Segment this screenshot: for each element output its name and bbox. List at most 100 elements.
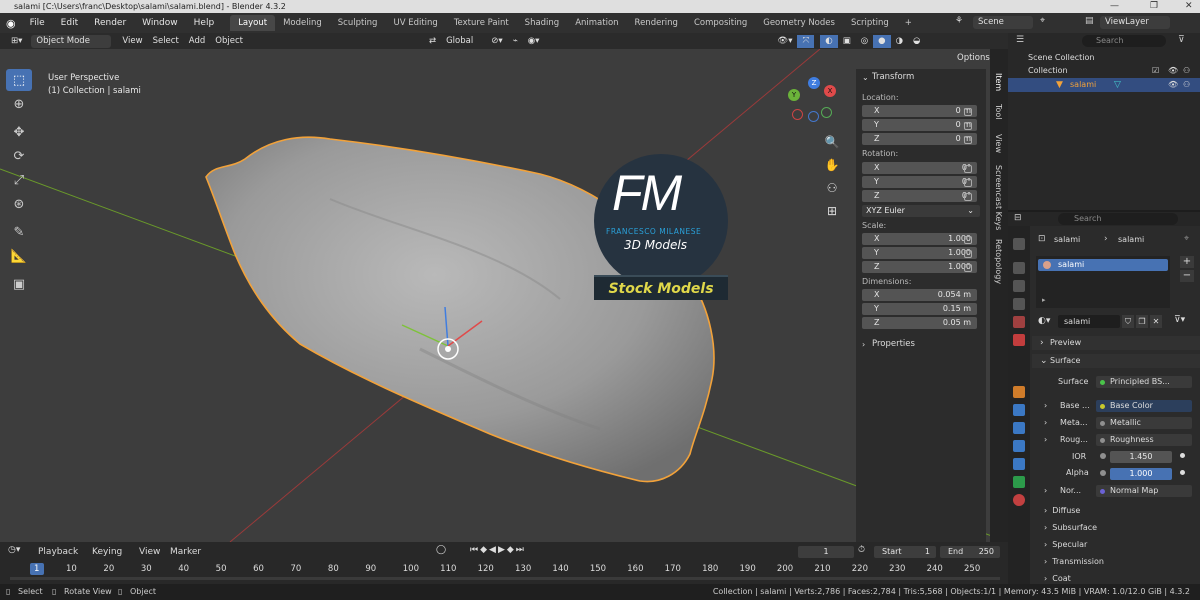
lock-icon[interactable] xyxy=(964,136,972,144)
view-layer-tab-icon[interactable] xyxy=(1013,298,1025,310)
cursor-tool-icon[interactable]: ⊕ xyxy=(6,93,32,115)
remove-slot-button[interactable]: − xyxy=(1180,270,1194,282)
expand-input-icon[interactable]: › xyxy=(1044,418,1047,427)
add-cube-tool-icon[interactable]: ▣ xyxy=(6,273,32,295)
camera-render-icon[interactable]: ⚇ xyxy=(1183,66,1190,75)
viewlayer-selector[interactable]: ViewLayer xyxy=(1100,16,1170,29)
object-tab-icon[interactable] xyxy=(1013,386,1025,398)
section-transmission[interactable]: › Transmission xyxy=(1044,553,1194,570)
transform-tool-icon[interactable]: ⊛ xyxy=(6,193,32,215)
metallic-input[interactable]: Metallic xyxy=(1096,417,1192,429)
tab-view[interactable]: View xyxy=(994,134,1003,153)
close-icon[interactable]: ✕ xyxy=(1185,0,1193,13)
menu-window[interactable]: Window xyxy=(134,18,186,28)
rendered-shading-icon[interactable]: ◒ xyxy=(908,35,925,48)
gizmo-x-button[interactable]: X xyxy=(824,85,836,97)
wireframe-shading-icon[interactable]: ◎ xyxy=(856,35,873,48)
gizmo-z-button[interactable]: Z xyxy=(808,77,820,89)
tab-retopology[interactable]: Retopology xyxy=(994,239,1003,284)
properties-panel-title[interactable]: Properties xyxy=(872,339,915,349)
filter-icon[interactable]: ⊽▾ xyxy=(1174,315,1185,325)
chevron-down-icon[interactable]: ⌄ xyxy=(862,73,869,82)
tab-uv-editing[interactable]: UV Editing xyxy=(385,15,445,31)
constraints-tab-icon[interactable] xyxy=(1013,458,1025,470)
tab-animation[interactable]: Animation xyxy=(567,15,626,31)
filter-icon[interactable]: ⊽ xyxy=(1178,35,1185,45)
chevron-right-icon[interactable]: › xyxy=(862,340,865,349)
breadcrumb-object[interactable]: salami xyxy=(1054,235,1080,244)
lock-icon[interactable] xyxy=(964,250,972,258)
preview-section[interactable]: › Preview xyxy=(1032,336,1200,350)
tab-geometry-nodes[interactable]: Geometry Nodes xyxy=(755,15,843,31)
fake-user-icon[interactable]: ⛉ xyxy=(1122,315,1134,328)
tab-tool[interactable]: Tool xyxy=(994,104,1003,120)
camera-render-icon[interactable]: ⚇ xyxy=(1183,80,1190,89)
expand-input-icon[interactable]: › xyxy=(1044,435,1047,444)
end-frame-field[interactable]: End 250 xyxy=(940,546,1000,558)
gizmo-neg-y[interactable] xyxy=(821,107,832,118)
overlay-toggle-icon[interactable]: ◐ xyxy=(820,34,838,48)
maximize-icon[interactable]: ❐ xyxy=(1150,0,1158,13)
3d-viewport[interactable]: User Perspective (1) Collection | salami… xyxy=(0,49,1008,542)
menu-marker[interactable]: Marker xyxy=(170,547,201,557)
location-y-field[interactable]: Y0 m xyxy=(862,119,977,131)
rotation-y-field[interactable]: Y 0° xyxy=(862,176,977,188)
lock-icon[interactable] xyxy=(964,264,972,272)
data-tab-icon[interactable] xyxy=(1013,476,1025,488)
menu-view[interactable]: View xyxy=(139,547,160,557)
snap-icon[interactable]: ⌁ xyxy=(508,35,523,48)
xray-icon[interactable]: ▣ xyxy=(838,35,856,48)
menu-add[interactable]: Add xyxy=(184,35,210,48)
menu-keying[interactable]: Keying xyxy=(92,547,122,557)
keyframe-dot[interactable] xyxy=(1180,470,1185,475)
pan-hand-icon[interactable]: ✋ xyxy=(824,154,840,177)
scene-tab-icon[interactable] xyxy=(1013,316,1025,328)
record-icon[interactable]: ◯ xyxy=(436,545,446,555)
render-tab-icon[interactable] xyxy=(1013,262,1025,274)
collection-label[interactable]: Collection xyxy=(1028,66,1068,75)
menu-select[interactable]: Select xyxy=(148,35,184,48)
rotation-mode-dropdown[interactable]: XYZ Euler ⌄ xyxy=(862,205,980,217)
scale-x-field[interactable]: X 1.000 xyxy=(862,233,977,245)
scale-z-field[interactable]: Z 1.000 xyxy=(862,261,977,273)
outliner-editor-icon[interactable]: ☰ xyxy=(1016,35,1024,45)
scale-y-field[interactable]: Y 1.000 xyxy=(862,247,977,259)
annotate-tool-icon[interactable]: ✎ xyxy=(6,221,32,243)
dimensions-y-field[interactable]: Y 0.15 m xyxy=(862,303,977,315)
material-name-field[interactable]: salami xyxy=(1058,315,1120,328)
tab-compositing[interactable]: Compositing xyxy=(686,15,755,31)
lock-icon[interactable] xyxy=(964,193,972,201)
expand-input-icon[interactable]: › xyxy=(1044,401,1047,410)
blender-logo-icon[interactable]: ◉ xyxy=(0,17,22,30)
rotate-tool-icon[interactable]: ⟳ xyxy=(6,145,32,167)
properties-search-input[interactable]: Search xyxy=(1058,213,1178,225)
options-button[interactable]: Options xyxy=(952,52,995,65)
rotation-z-field[interactable]: Z 0° xyxy=(862,190,977,202)
tab-scripting[interactable]: Scripting xyxy=(843,15,897,31)
section-diffuse[interactable]: › Diffuse xyxy=(1044,502,1194,519)
roughness-input[interactable]: Roughness xyxy=(1096,434,1192,446)
location-z-field[interactable]: Z0 m xyxy=(862,133,977,145)
add-slot-button[interactable]: + xyxy=(1180,256,1194,268)
orientation-selector[interactable]: Global xyxy=(441,35,478,48)
material-shading-icon[interactable]: ◑ xyxy=(891,35,908,48)
gizmo-neg-z[interactable] xyxy=(808,111,819,122)
tab-layout[interactable]: Layout xyxy=(230,15,276,31)
location-x-field[interactable]: X0 m xyxy=(862,105,977,117)
clock-icon[interactable]: ⏱ xyxy=(858,545,865,555)
menu-help[interactable]: Help xyxy=(186,18,223,28)
base-color-input[interactable]: Base Color xyxy=(1096,400,1192,412)
surface-section[interactable]: ⌄ Surface xyxy=(1032,354,1200,368)
menu-playback[interactable]: Playback xyxy=(38,547,78,557)
mode-selector[interactable]: Object Mode xyxy=(31,34,112,48)
measure-tool-icon[interactable]: 📐 xyxy=(6,245,32,267)
outliner-row-salami[interactable]: ▼ salami ▽ 👁 ⚇ xyxy=(1008,78,1200,92)
gizmo-neg-x[interactable] xyxy=(792,109,803,120)
tab-shading[interactable]: Shading xyxy=(517,15,568,31)
outliner-search-input[interactable]: Search xyxy=(1082,35,1166,47)
lock-icon[interactable] xyxy=(964,122,972,130)
rotation-x-field[interactable]: X 0° xyxy=(862,162,977,174)
start-frame-field[interactable]: Start 1 xyxy=(874,546,936,558)
move-tool-icon[interactable]: ✥ xyxy=(6,121,32,143)
editor-type-icon[interactable]: ⊞▾ xyxy=(6,35,27,48)
